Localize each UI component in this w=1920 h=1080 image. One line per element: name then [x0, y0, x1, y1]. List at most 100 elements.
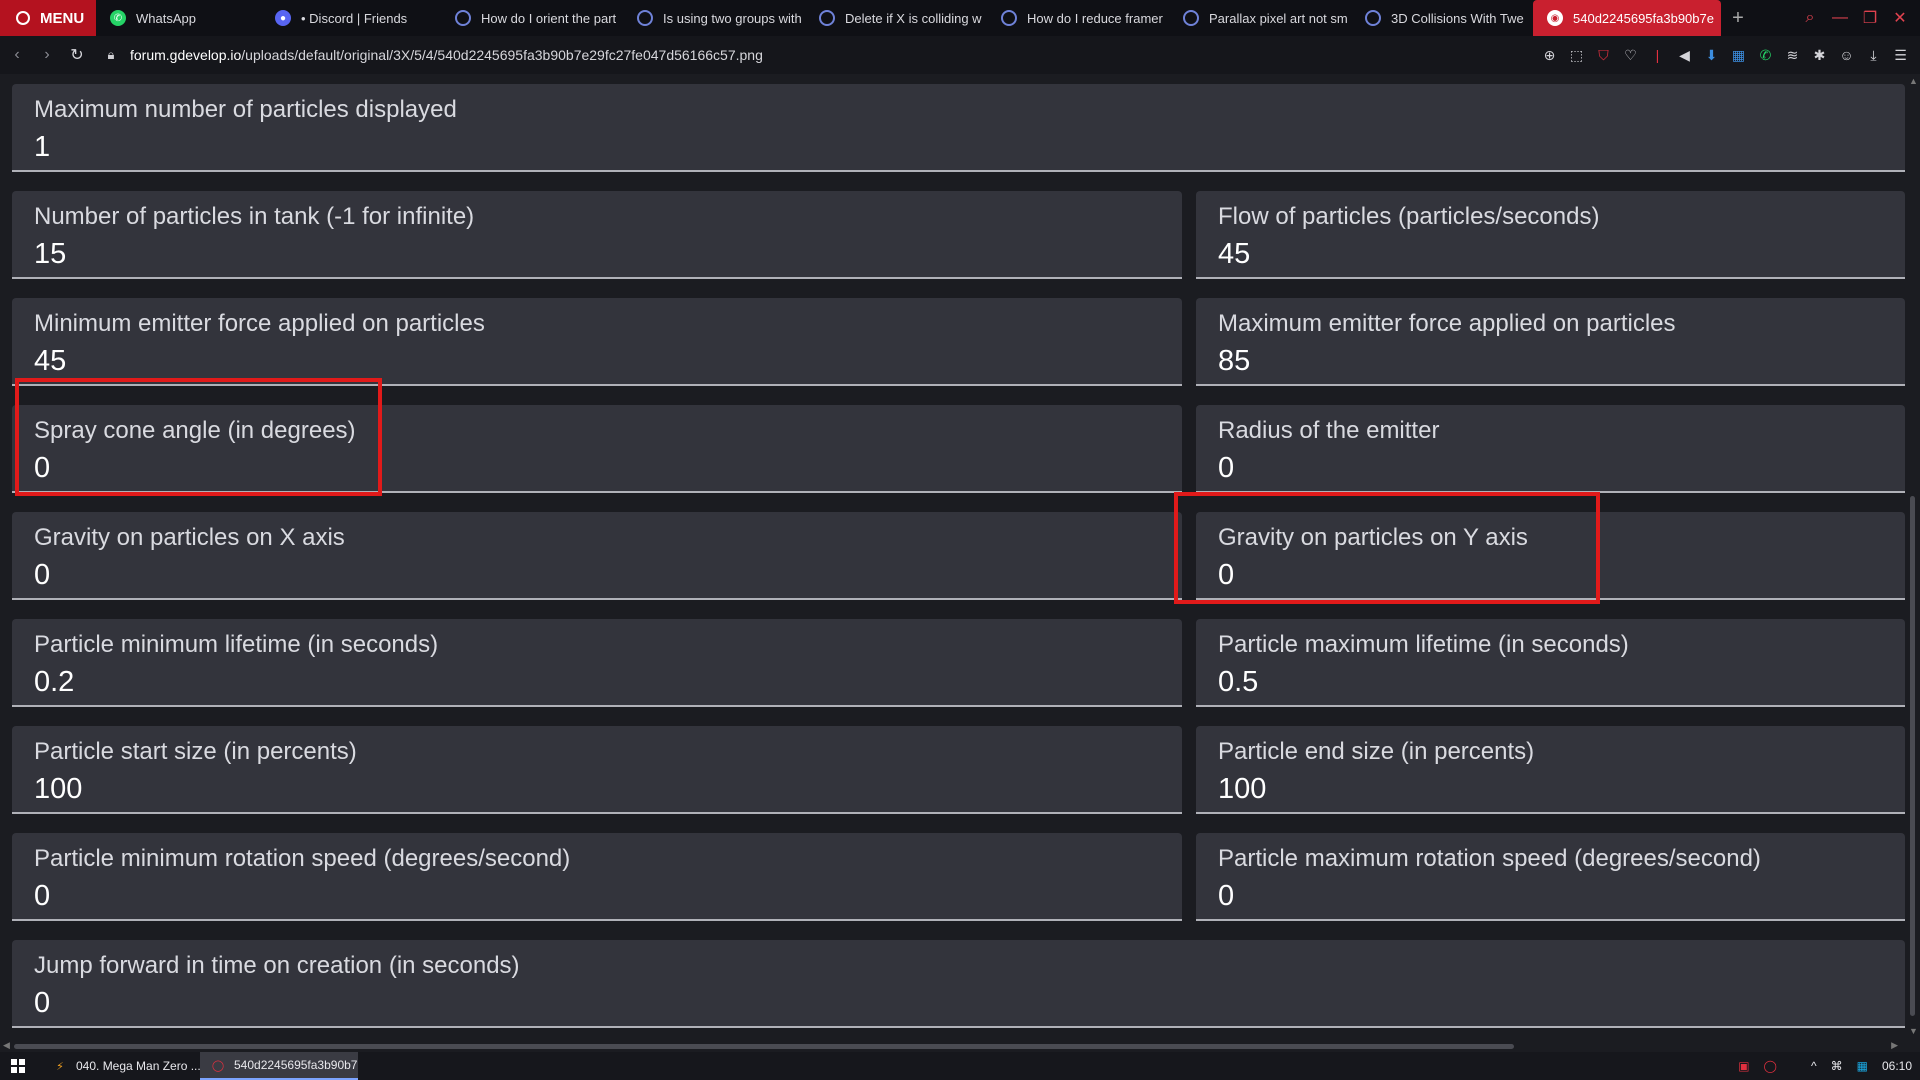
field-radius[interactable]: Radius of the emitter 0: [1196, 405, 1905, 493]
field-label: Flow of particles (particles/seconds): [1218, 203, 1600, 230]
field-label: Radius of the emitter: [1218, 417, 1440, 444]
scroll-down-icon[interactable]: ▼: [1909, 1026, 1918, 1036]
field-end-size[interactable]: Particle end size (in percents) 100: [1196, 726, 1905, 814]
tab-label: Parallax pixel art not sm: [1209, 10, 1348, 26]
vertical-scrollbar[interactable]: ▲ ▼: [1906, 74, 1920, 1040]
address-bar: ‹ › ↻ 🔒︎ forum.gdevelop.io/uploads/defau…: [0, 36, 1920, 74]
field-start-size[interactable]: Particle start size (in percents) 100: [12, 726, 1182, 814]
scrollbar-thumb[interactable]: [14, 1044, 1514, 1049]
speaker-icon[interactable]: ◀: [1675, 46, 1694, 65]
chevron-up-icon[interactable]: ^: [1811, 1059, 1817, 1073]
tab-gdevelop-forum[interactable]: Parallax pixel art not sm: [1169, 0, 1351, 36]
tab-gdevelop-forum[interactable]: How do I reduce framer: [987, 0, 1169, 36]
tray-app-icon[interactable]: ▣: [1738, 1059, 1749, 1073]
network-icon[interactable]: ▦: [1857, 1059, 1868, 1073]
field-tank[interactable]: Number of particles in tank (-1 for infi…: [12, 191, 1182, 279]
gamepad-icon[interactable]: ⌘: [1831, 1059, 1843, 1073]
start-button[interactable]: [0, 1052, 36, 1080]
tab-gdevelop-forum[interactable]: How do I orient the part: [441, 0, 623, 36]
download-arrow-icon[interactable]: ⬇: [1702, 46, 1721, 65]
field-jump-forward[interactable]: Jump forward in time on creation (in sec…: [12, 940, 1905, 1028]
puzzle-icon[interactable]: ✱: [1810, 46, 1829, 65]
heart-icon[interactable]: ♡: [1621, 46, 1640, 65]
whatsapp-extension-icon[interactable]: ✆: [1756, 46, 1775, 65]
tab-gdevelop-forum[interactable]: Delete if X is colliding w: [805, 0, 987, 36]
tab-label: 540d2245695fa3b90b7e: [1573, 10, 1714, 26]
tab-label: Delete if X is colliding w: [845, 10, 982, 26]
tab-discord[interactable]: ● • Discord | Friends: [261, 0, 441, 36]
horizontal-scrollbar[interactable]: ◀ ▶: [0, 1040, 1920, 1052]
back-icon[interactable]: ‹: [4, 42, 30, 68]
field-value: 100: [1218, 773, 1267, 805]
field-max-lifetime[interactable]: Particle maximum lifetime (in seconds) 0…: [1196, 619, 1905, 707]
tab-active-image[interactable]: ◉ 540d2245695fa3b90b7e: [1533, 0, 1721, 36]
new-tab-button[interactable]: +: [1725, 5, 1751, 31]
field-max-displayed[interactable]: Maximum number of particles displayed 1: [12, 84, 1905, 172]
field-label: Minimum emitter force applied on particl…: [34, 310, 485, 337]
highlight-box-gravity-y: [1174, 492, 1600, 604]
field-min-force[interactable]: Minimum emitter force applied on particl…: [12, 298, 1182, 386]
downloads-icon[interactable]: ⤓: [1864, 46, 1883, 65]
field-min-rotation[interactable]: Particle minimum rotation speed (degrees…: [12, 833, 1182, 921]
search-tabs-icon[interactable]: ⌕: [1798, 6, 1822, 30]
field-label: Gravity on particles on X axis: [34, 524, 345, 551]
lock-icon[interactable]: 🔒︎: [98, 42, 124, 68]
pocket-icon[interactable]: ⛉: [1594, 46, 1613, 65]
zoom-icon[interactable]: ⊕: [1540, 46, 1559, 65]
field-min-lifetime[interactable]: Particle minimum lifetime (in seconds) 0…: [12, 619, 1182, 707]
field-label: Maximum emitter force applied on particl…: [1218, 310, 1676, 337]
tab-whatsapp[interactable]: ✆ WhatsApp: [96, 0, 261, 36]
forward-icon[interactable]: ›: [34, 42, 60, 68]
field-max-rotation[interactable]: Particle maximum rotation speed (degrees…: [1196, 833, 1905, 921]
toolbar-extensions: ⊕ ⬚ ⛉ ♡ | ◀ ⬇ ▦ ✆ ≋ ✱ ☺ ⤓ ☰: [1540, 36, 1910, 74]
tab-gdevelop-forum[interactable]: Is using two groups with: [623, 0, 805, 36]
tab-gdevelop-forum[interactable]: 3D Collisions With Twe: [1351, 0, 1533, 36]
easy-setup-icon[interactable]: ☰: [1891, 46, 1910, 65]
system-tray: ▣ ◯ ^ ⌘ ▦ 06:10: [1738, 1052, 1912, 1080]
tab-label: How do I orient the part: [481, 10, 617, 26]
close-icon[interactable]: ✕: [1888, 6, 1912, 30]
browser-tab-bar: MENU ✆ WhatsApp ● • Discord | Friends Ho…: [0, 0, 1920, 36]
divider-icon: |: [1655, 47, 1660, 63]
tray-opera-icon[interactable]: ◯: [1764, 1059, 1777, 1073]
reload-icon[interactable]: ↻: [64, 42, 90, 68]
tab-label: 3D Collisions With Twe: [1391, 10, 1524, 26]
field-max-force[interactable]: Maximum emitter force applied on particl…: [1196, 298, 1905, 386]
field-value: 1: [34, 131, 51, 163]
window-controls: ⌕ — ❐ ✕: [1798, 0, 1920, 36]
field-value: 0.5: [1218, 666, 1259, 698]
field-value: 0: [1218, 880, 1235, 912]
field-label: Jump forward in time on creation (in sec…: [34, 952, 520, 979]
field-label: Particle minimum rotation speed (degrees…: [34, 845, 571, 872]
field-value: 45: [34, 345, 67, 377]
scroll-up-icon[interactable]: ▲: [1909, 76, 1918, 86]
task-label: 540d2245695fa3b90b7...: [234, 1058, 358, 1072]
field-value: 100: [34, 773, 83, 805]
windows-taskbar: ⚡ 040. Mega Man Zero ... ◯ 540d2245695fa…: [0, 1052, 1920, 1080]
field-label: Particle start size (in percents): [34, 738, 357, 765]
gdevelop-icon: [637, 10, 653, 26]
minimize-icon[interactable]: —: [1828, 6, 1852, 30]
url-field[interactable]: forum.gdevelop.io/uploads/default/origin…: [130, 47, 763, 63]
field-value: 0: [34, 880, 51, 912]
highlight-box-spray-cone: [15, 378, 382, 496]
account-icon[interactable]: ☺: [1837, 46, 1856, 65]
gdevelop-icon: [1183, 10, 1199, 26]
field-gravity-x[interactable]: Gravity on particles on X axis 0: [12, 512, 1182, 600]
field-label: Particle maximum lifetime (in seconds): [1218, 631, 1629, 658]
opera-menu-button[interactable]: MENU: [0, 0, 96, 36]
snapshot-icon[interactable]: ⬚: [1567, 46, 1586, 65]
scroll-right-icon[interactable]: ▶: [1891, 1040, 1898, 1051]
extension-icon[interactable]: ▦: [1729, 46, 1748, 65]
field-value: 0.2: [34, 666, 75, 698]
field-value: 0: [1218, 452, 1235, 484]
gdevelop-icon: [455, 10, 471, 26]
field-flow[interactable]: Flow of particles (particles/seconds) 45: [1196, 191, 1905, 279]
rss-icon[interactable]: ≋: [1783, 46, 1802, 65]
restore-icon[interactable]: ❐: [1858, 6, 1882, 30]
scrollbar-thumb[interactable]: [1910, 496, 1915, 1016]
clock[interactable]: 06:10: [1882, 1059, 1912, 1073]
taskbar-item-opera[interactable]: ◯ 540d2245695fa3b90b7...: [200, 1052, 358, 1080]
taskbar-item-winamp[interactable]: ⚡ 040. Mega Man Zero ...: [42, 1052, 200, 1080]
scroll-left-icon[interactable]: ◀: [3, 1040, 10, 1051]
